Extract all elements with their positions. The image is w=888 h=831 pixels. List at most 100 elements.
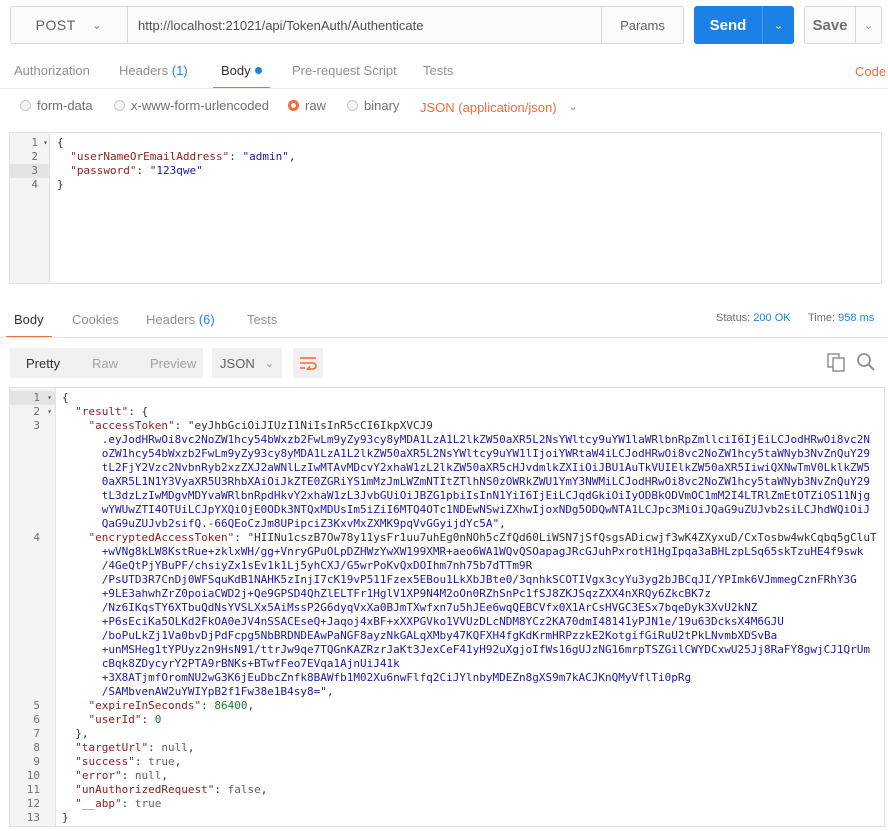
- status-readout: Status: 200 OK: [716, 312, 791, 324]
- send-dropdown-button[interactable]: ⌄: [762, 6, 794, 44]
- content-type-label: JSON (application/json): [420, 100, 557, 115]
- code-line: tL2FjY2Vzc2NvbnRyb2xzZXJ2aWNlLzIwMTAvMDc…: [62, 461, 870, 474]
- line-number: 10: [26, 769, 40, 782]
- radio-form-data[interactable]: form-data: [20, 98, 93, 113]
- radio-x-www-form-urlencoded[interactable]: x-www-form-urlencoded: [114, 98, 269, 113]
- format-select[interactable]: JSON ⌄: [212, 348, 282, 378]
- method-select[interactable]: POST ⌄: [11, 7, 128, 43]
- tab-label: Headers: [119, 63, 169, 78]
- code-line: tL3dzLzIwMDgvMDYvaWRlbnRpdHkvY2xhaW1zL3J…: [62, 489, 870, 502]
- code-line: }: [57, 178, 64, 191]
- code-line: cBqk8ZDycyrY2PTA9rBNKs+BTwfFeo7EVqa1AjnU…: [62, 657, 400, 670]
- code-line: "userId": 0: [88, 713, 162, 726]
- method-label: POST: [35, 17, 76, 33]
- request-body-editor[interactable]: 1 ▾ 2 3 4 { "userNameOrEmailAddress": "ad…: [9, 132, 882, 284]
- radio-circle-icon: [347, 100, 358, 111]
- line-number: 8: [33, 741, 40, 754]
- view-mode-raw[interactable]: Raw: [76, 356, 134, 371]
- code-line: "encryptedAccessToken": "HIINu1cszB7Ow78…: [88, 531, 877, 544]
- content-type-select[interactable]: JSON (application/json) ⌄: [420, 100, 578, 115]
- line-number: 2: [31, 150, 38, 163]
- tab-label: Body: [221, 63, 251, 78]
- code-line: /PsUTD3R7CnDj0WFSquKdB1NAHK5zInjI7cK19vP…: [62, 573, 857, 586]
- copy-button[interactable]: [826, 352, 846, 375]
- send-button-group: Send ⌄: [694, 6, 794, 44]
- wrap-lines-button[interactable]: [293, 348, 323, 378]
- radio-label: raw: [305, 98, 326, 113]
- chevron-down-icon: ⌄: [91, 18, 103, 32]
- line-number: 12: [26, 797, 40, 810]
- code-line: "expireInSeconds": 86400,: [88, 699, 255, 712]
- view-mode-preview[interactable]: Preview: [134, 356, 212, 371]
- view-mode-pretty[interactable]: Pretty: [10, 356, 76, 371]
- tab-label: Cookies: [72, 312, 119, 327]
- fold-arrow-icon[interactable]: ▾: [43, 136, 48, 150]
- save-button-group: Save ⌄: [804, 6, 882, 44]
- tab-label: Tests: [247, 312, 278, 327]
- tab-label: Pre-request Script: [292, 63, 397, 78]
- code-line: {: [62, 391, 69, 404]
- radio-selected-icon: [288, 100, 299, 111]
- save-dropdown-button[interactable]: ⌄: [855, 7, 881, 43]
- search-button[interactable]: [856, 352, 876, 375]
- response-tab-headers[interactable]: Headers (6): [146, 312, 215, 327]
- line-number: 2 ▾: [33, 405, 52, 419]
- time-value: 958 ms: [838, 312, 875, 324]
- line-number: 1 ▾: [31, 136, 48, 150]
- code-line: /Nz6IKqsTY6XTbuQdNsYVSLXx5AiMssP2G6dyqVx…: [62, 601, 758, 614]
- code-line: 0aXR5L1N1Y3VyaXR5U3RhbXAiOiJkZTE0ZGRiYS1…: [62, 475, 870, 488]
- tab-label: Authorization: [14, 63, 90, 78]
- line-number: 5: [33, 699, 40, 712]
- code-line: QaG9uZUJvb2sifQ.-66QEoCzJm8UPipciZ3KxvMx…: [62, 517, 506, 530]
- line-number: 6: [33, 713, 40, 726]
- tab-authorization[interactable]: Authorization: [14, 63, 90, 78]
- url-input[interactable]: http://localhost:21021/api/TokenAuth/Aut…: [128, 7, 601, 43]
- tab-label: Body: [14, 312, 44, 327]
- tab-label: Tests: [423, 63, 454, 78]
- code-line: "success": true,: [75, 755, 182, 768]
- time-readout: Time: 958 ms: [808, 312, 874, 324]
- tab-tests[interactable]: Tests: [423, 63, 453, 78]
- line-number: 4: [31, 178, 38, 191]
- code-link[interactable]: Code: [855, 64, 886, 79]
- tab-label: Headers: [146, 312, 196, 327]
- wrap-lines-icon: [300, 357, 317, 370]
- code-line: "error": null,: [75, 769, 168, 782]
- chevron-down-icon: ⌄: [863, 19, 874, 32]
- tab-headers[interactable]: Headers (1): [119, 63, 188, 78]
- params-button[interactable]: Params: [601, 7, 683, 43]
- fold-arrow-icon[interactable]: ▾: [47, 391, 52, 405]
- request-bar: POST ⌄ http://localhost:21021/api/TokenA…: [10, 6, 684, 44]
- save-button[interactable]: Save: [805, 7, 855, 43]
- response-body-viewer[interactable]: 1 ▾ {2 ▾ "result": {3 "accessToken": "eyJhb…: [9, 387, 885, 827]
- response-tab-tests[interactable]: Tests: [247, 312, 277, 327]
- tab-body[interactable]: Body: [213, 63, 270, 89]
- radio-circle-icon: [114, 100, 125, 111]
- code-line: +wVNg8kLW8KstRue+zklxWH/gg+VnryGPuOLpDZH…: [62, 545, 864, 558]
- code-line: +unMSHeg1tYPUyz2n9HsN91/ttrJw9qe7TQGnKAZ…: [62, 643, 870, 656]
- tab-count: (1): [171, 63, 188, 78]
- code-line: wYWUwZTI4OTUiLCJpYXQiOjE0ODk3NTQxMDUsIm5…: [62, 503, 870, 516]
- code-line: }: [62, 811, 69, 824]
- radio-circle-icon: [20, 100, 31, 111]
- radio-binary[interactable]: binary: [347, 98, 399, 113]
- code-line: "__abp": true: [75, 797, 162, 810]
- chevron-down-icon: ⌄: [264, 357, 274, 370]
- response-tab-cookies[interactable]: Cookies: [72, 312, 119, 327]
- fold-arrow-icon[interactable]: ▾: [47, 405, 52, 419]
- line-number: 7: [33, 727, 40, 740]
- code-line: /4GeQtPjYBuPF/chsiyZx1sEv1k1Lj5yhCXJ/G5w…: [62, 559, 533, 572]
- tab-pre-request-script[interactable]: Pre-request Script: [292, 63, 397, 78]
- status-value: 200 OK: [753, 312, 791, 324]
- line-number: 1 ▾: [10, 391, 56, 405]
- radio-label: x-www-form-urlencoded: [131, 98, 269, 113]
- code-line: .eyJodHRwOi8vc2NoZW1hcy54bWxzb2FwLm9yZy9…: [62, 433, 870, 446]
- radio-raw[interactable]: raw: [288, 98, 326, 113]
- line-number: 4: [33, 531, 40, 544]
- code-line: /SAMbvenAW2uYWIYpB2f1Fw38e1B4sy8=",: [62, 685, 334, 698]
- format-label: JSON: [220, 355, 255, 371]
- copy-icon: [827, 353, 845, 372]
- send-button[interactable]: Send: [694, 6, 762, 44]
- response-tab-body[interactable]: Body: [6, 312, 52, 338]
- line-number: 9: [33, 755, 40, 768]
